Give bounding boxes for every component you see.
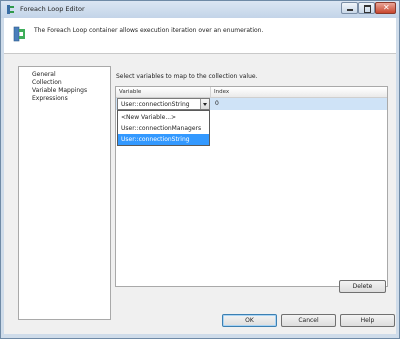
window-title: Foreach Loop Editor [20,5,85,13]
nav-item-general[interactable]: General [32,71,56,78]
dialog-client-area: The Foreach Loop container allows execut… [4,18,396,334]
variable-dropdown-list: <New Variable...> User::connectionManage… [117,110,210,146]
foreach-loop-icon [7,5,14,14]
dropdown-button[interactable] [200,99,209,109]
variable-combobox[interactable]: User::connectionString [117,98,210,110]
chevron-down-icon [203,103,207,106]
index-cell[interactable]: 0 [215,100,219,107]
variable-mappings-grid: Variable Index 0 User::connectionString … [115,86,388,287]
title-bar[interactable]: Foreach Loop Editor ✕ [1,1,399,18]
foreach-loop-editor-window: Foreach Loop Editor ✕ The Foreach Loop c… [0,0,400,339]
nav-item-expressions[interactable]: Expressions [32,95,68,102]
nav-pane: General Collection Variable Mappings Exp… [18,66,111,320]
column-header-variable[interactable]: Variable [116,87,211,98]
maximize-button[interactable] [358,2,375,14]
minimize-icon [347,9,353,11]
ok-button[interactable]: OK [222,314,277,327]
instructions-label: Select variables to map to the collectio… [116,73,258,80]
dropdown-option-connection-managers[interactable]: User::connectionManagers [118,123,209,134]
close-icon: ✕ [383,3,390,12]
nav-item-variable-mappings[interactable]: Variable Mappings [32,87,87,94]
foreach-container-icon [13,26,25,42]
delete-button[interactable]: Delete [339,280,386,293]
maximize-icon [364,5,371,13]
variable-combobox-value: User::connectionString [121,101,190,108]
dialog-header: The Foreach Loop container allows execut… [4,18,396,54]
column-header-index[interactable]: Index [211,87,387,98]
cancel-button[interactable]: Cancel [281,314,336,327]
minimize-button[interactable] [341,2,358,14]
dropdown-option-connection-string[interactable]: User::connectionString [118,134,209,145]
header-description: The Foreach Loop container allows execut… [34,27,264,34]
help-button[interactable]: Help [340,314,395,327]
nav-item-collection[interactable]: Collection [32,79,62,86]
close-button[interactable]: ✕ [375,2,396,14]
dropdown-option-new-variable[interactable]: <New Variable...> [118,112,209,123]
